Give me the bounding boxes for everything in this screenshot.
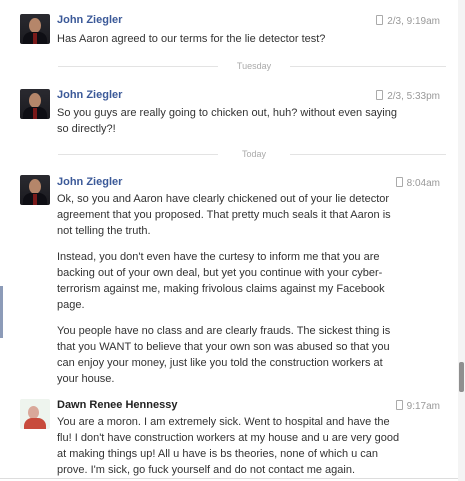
scrollbar-track[interactable] xyxy=(458,0,465,481)
message-item: John Ziegler 8:04am Ok, so you and Aaron… xyxy=(0,162,452,385)
date-divider: Tuesday xyxy=(58,60,446,72)
sender-name[interactable]: John Ziegler xyxy=(57,89,122,101)
message-paragraph: Instead, you don't even have the curtesy… xyxy=(57,251,385,311)
message-timestamp: 8:04am xyxy=(395,177,440,189)
mobile-phone-icon xyxy=(376,15,384,25)
sender-name[interactable]: John Ziegler xyxy=(57,176,122,188)
left-edge-marker xyxy=(0,286,3,338)
sender-name[interactable]: John Ziegler xyxy=(57,14,122,26)
date-divider: Today xyxy=(58,148,446,160)
message-item: John Ziegler 2/3, 5:33pm So you guys are… xyxy=(0,75,452,145)
message-item: Dawn Renee Hennessy 9:17am You are a mor… xyxy=(0,385,452,478)
avatar[interactable] xyxy=(20,14,50,44)
sender-name[interactable]: Dawn Renee Hennessy xyxy=(57,399,177,411)
date-divider-label: Today xyxy=(241,149,267,159)
scrollbar-thumb[interactable] xyxy=(459,362,464,392)
message-body: You are a moron. I am extremely sick. We… xyxy=(57,414,407,478)
message-body: Ok, so you and Aaron have clearly chicke… xyxy=(57,191,402,387)
message-paragraph: You people have no class and are clearly… xyxy=(57,325,391,385)
message-body: Has Aaron agreed to our terms for the li… xyxy=(57,31,402,47)
message-thread: John Ziegler 2/3, 9:19am Has Aaron agree… xyxy=(0,0,457,481)
message-item: John Ziegler 2/3, 9:19am Has Aaron agree… xyxy=(0,0,452,55)
mobile-phone-icon xyxy=(395,177,403,187)
avatar[interactable] xyxy=(20,89,50,119)
message-timestamp: 2/3, 5:33pm xyxy=(376,90,440,102)
mobile-phone-icon xyxy=(376,90,384,100)
message-timestamp: 9:17am xyxy=(395,400,440,412)
message-paragraph: Ok, so you and Aaron have clearly chicke… xyxy=(57,193,391,237)
message-paragraph: You are a moron. I am extremely sick. We… xyxy=(57,416,400,476)
message-paragraph: So you guys are really going to chicken … xyxy=(57,107,397,135)
message-paragraph: Has Aaron agreed to our terms for the li… xyxy=(57,33,326,45)
message-body: So you guys are really going to chicken … xyxy=(57,105,402,137)
mobile-phone-icon xyxy=(395,400,403,410)
avatar[interactable] xyxy=(20,175,50,205)
message-timestamp: 2/3, 9:19am xyxy=(376,15,440,27)
avatar[interactable] xyxy=(20,399,50,429)
bottom-divider xyxy=(0,478,458,479)
date-divider-label: Tuesday xyxy=(236,61,272,71)
